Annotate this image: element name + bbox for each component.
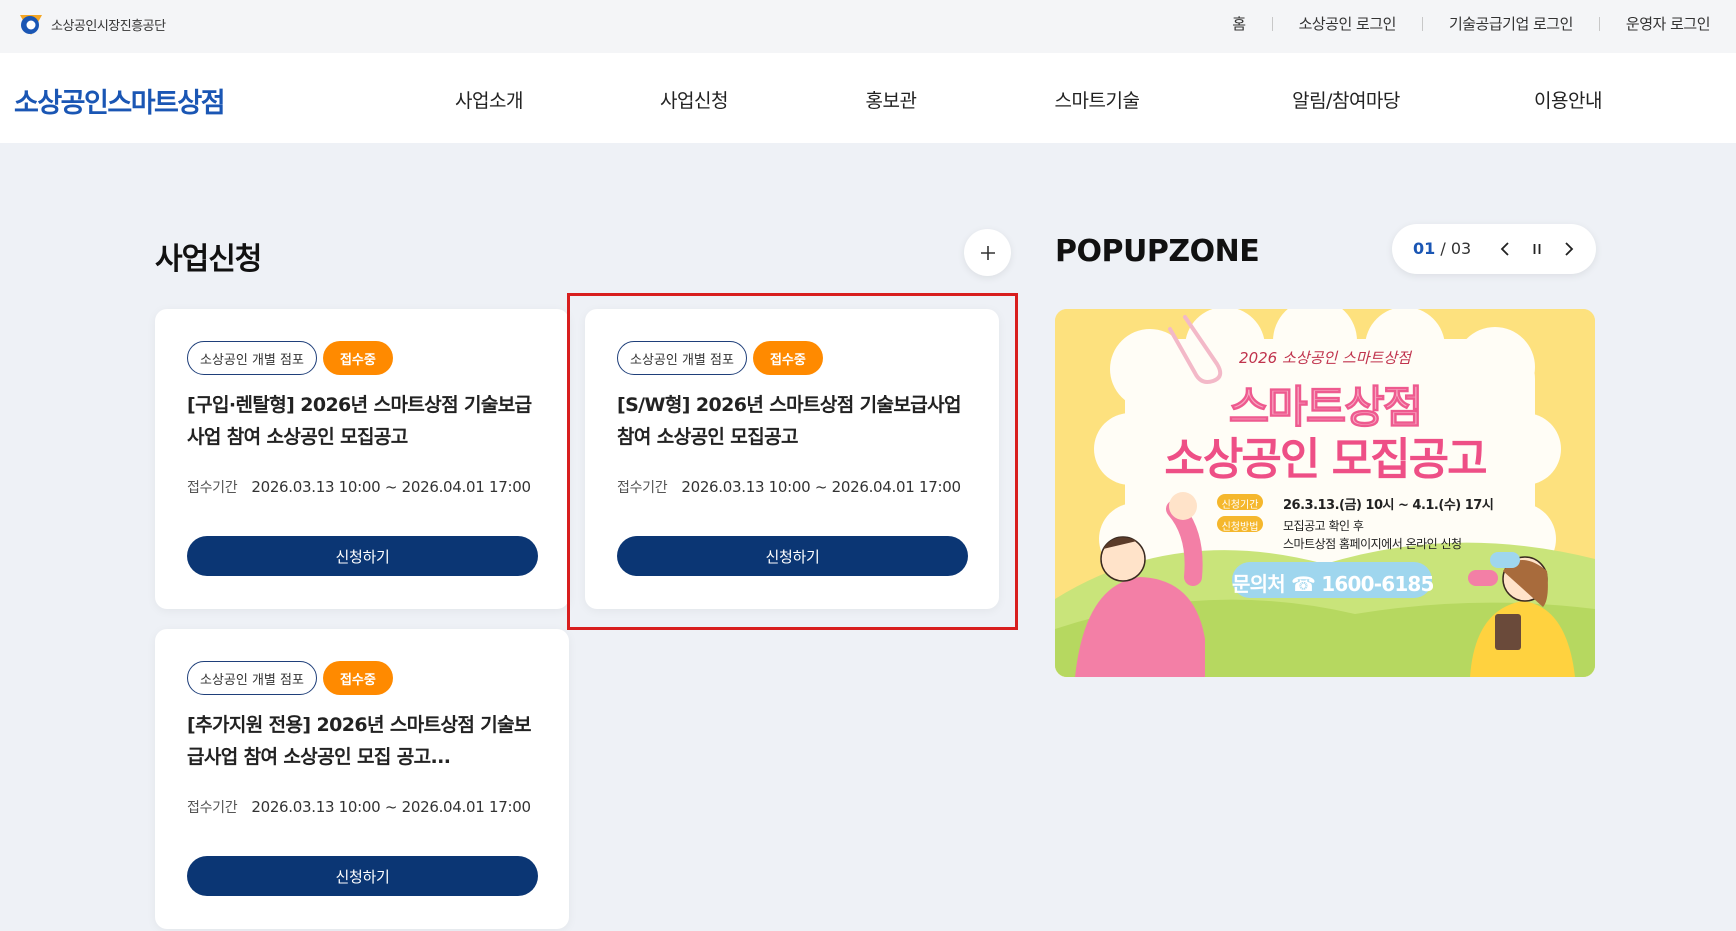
brand-logo[interactable]: 소상공인스마트상점 [14,81,226,120]
org-logo[interactable]: 소상공인시장진흥공단 [16,11,166,38]
target-tag: 소상공인 개별 점포 [187,661,317,695]
merchant-login-link[interactable]: 소상공인 로그인 [1299,13,1397,34]
pause-icon[interactable] [1527,239,1547,259]
target-tag: 소상공인 개별 점포 [187,341,317,375]
apply-method-line-1: 모집공고 확인 후 [1283,519,1364,533]
period-value: 2026.03.13 10:00 ~ 2026.04.01 17:00 [251,478,531,496]
org-name: 소상공인시장진흥공단 [51,19,166,34]
card-title[interactable]: [추가지원 전용] 2026년 스마트상점 기술보급사업 참여 소상공인 모집 … [187,709,547,773]
period-label: 접수기간 [187,480,238,496]
operator-login-link[interactable]: 운영자 로그인 [1626,13,1711,34]
divider [1598,16,1600,31]
home-link[interactable]: 홈 [1232,13,1246,34]
card-tags: 소상공인 개별 점포 접수중 [187,661,393,695]
highlight-box [567,293,1018,630]
popup-banner[interactable]: 2026 소상공인 스마트상점 스마트상점 소상공인 모집공고 신청기간 26.… [1055,309,1595,677]
next-icon[interactable] [1559,239,1579,259]
banner-kicker: 2026 소상공인 스마트상점 [1239,349,1411,367]
nav-item-smart-tech[interactable]: 스마트기술 [1055,86,1140,113]
contact-number: 문의처 ☎ 1600-6185 [1232,572,1434,596]
period-label: 접수기간 [187,800,238,816]
divider [1271,16,1273,31]
business-card: 소상공인 개별 점포 접수중 [구입·렌탈형] 2026년 스마트상점 기술보급… [155,309,569,609]
banner-headline-2: 소상공인 모집공고 [1164,434,1487,485]
plus-icon [980,245,995,260]
nav-item-intro[interactable]: 사업소개 [455,86,523,113]
main-nav: 소상공인스마트상점 사업소개 사업신청 홍보관 스마트기술 알림/참여마당 이용… [0,53,1736,143]
application-period: 접수기간 2026.03.13 10:00 ~ 2026.04.01 17:00 [187,797,531,817]
business-card: 소상공인 개별 점포 접수중 [추가지원 전용] 2026년 스마트상점 기술보… [155,629,569,929]
total-slides: 03 [1450,239,1472,258]
popup-pager: 01 / 03 [1392,224,1596,274]
card-tags: 소상공인 개별 점포 접수중 [187,341,393,375]
divider [1421,16,1423,31]
period-value: 2026.03.13 10:00 ~ 2026.04.01 17:00 [251,798,531,816]
apply-button[interactable]: 신청하기 [187,856,538,896]
apply-method-label: 신청방법 [1221,522,1259,533]
status-badge: 접수중 [322,661,393,695]
card-title[interactable]: [구입·렌탈형] 2026년 스마트상점 기술보급사업 참여 소상공인 모집공고 [187,389,547,453]
status-badge: 접수중 [322,341,393,375]
apply-period: 26.3.13.(금) 10시 ~ 4.1.(수) 17시 [1283,498,1494,513]
nav-item-guide[interactable]: 이용안내 [1534,86,1602,113]
current-slide: 01 [1413,239,1436,258]
apply-period-label: 신청기간 [1221,500,1259,511]
application-period: 접수기간 2026.03.13 10:00 ~ 2026.04.01 17:00 [187,477,531,497]
nav-item-notice[interactable]: 알림/참여마당 [1292,86,1400,113]
more-button[interactable] [964,229,1011,276]
nav-item-promotion[interactable]: 홍보관 [866,86,917,113]
prev-icon[interactable] [1495,239,1515,259]
popupzone-title: POPUPZONE [1055,234,1260,269]
utility-bar: 소상공인시장진흥공단 홈 소상공인 로그인 기술공급기업 로그인 운영자 로그인 [0,0,1736,53]
org-logo-icon [20,15,42,35]
apply-method-line-2: 스마트상점 홈페이지에서 온라인 신청 [1283,537,1462,551]
business-section-title: 사업신청 [155,242,262,277]
apply-button[interactable]: 신청하기 [187,536,538,576]
slide-counter: 01 / 03 [1413,239,1472,258]
nav-item-apply[interactable]: 사업신청 [660,86,728,113]
utility-links: 홈 소상공인 로그인 기술공급기업 로그인 운영자 로그인 [1232,13,1710,34]
supplier-login-link[interactable]: 기술공급기업 로그인 [1449,13,1573,34]
